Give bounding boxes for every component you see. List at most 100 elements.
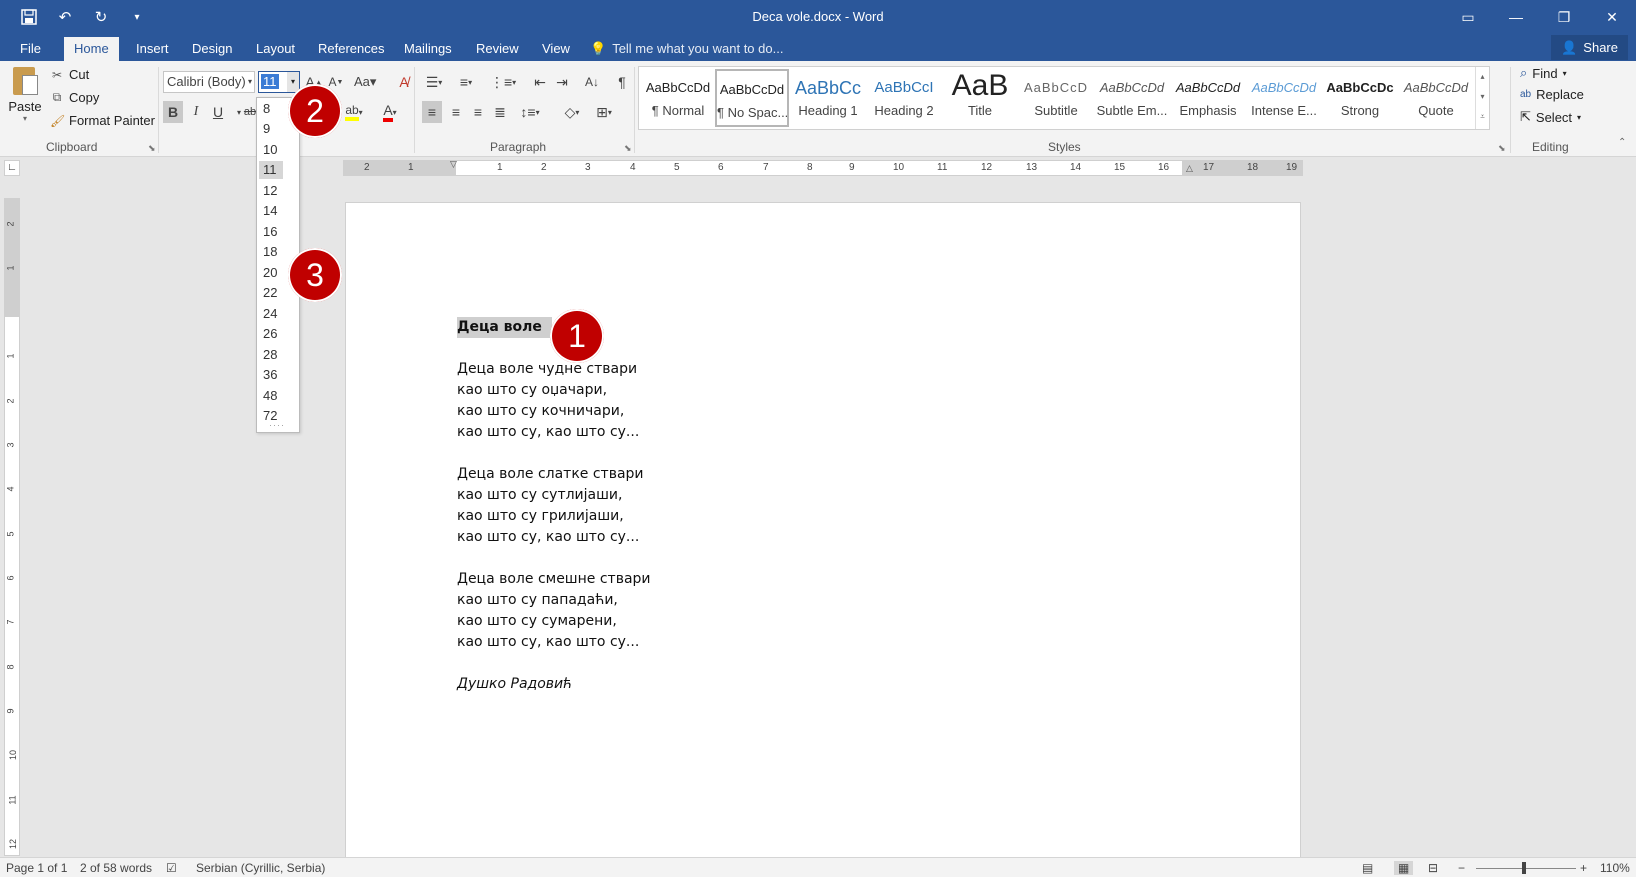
zoom-slider-thumb[interactable] (1522, 862, 1526, 874)
justify-icon[interactable]: ≣ (490, 101, 510, 123)
paragraph-launcher-icon[interactable]: ⬊ (624, 143, 632, 154)
share-button[interactable]: 👤 Share (1551, 35, 1628, 60)
read-mode-icon[interactable]: ▤ (1362, 861, 1373, 875)
font-size-option[interactable]: 14 (259, 202, 283, 220)
font-size-option-current[interactable]: 11 (259, 161, 283, 179)
close-button[interactable]: ✕ (1588, 0, 1636, 34)
restore-button[interactable]: ❐ (1540, 0, 1588, 34)
proofing-icon[interactable]: ☑ (166, 861, 177, 875)
style-subtle-emphasis[interactable]: AaBbCcDd Subtle Em... (1095, 69, 1169, 127)
zoom-slider[interactable] (1476, 868, 1576, 869)
sort-icon[interactable]: A↓ (582, 71, 602, 93)
style-heading-1[interactable]: AaBbCc Heading 1 (791, 69, 865, 127)
horizontal-ruler[interactable]: 2 1 1 2 3 4 5 6 7 8 9 10 11 12 13 14 15 … (343, 159, 1303, 176)
poem-line[interactable]: као што су кочничари, (457, 401, 651, 422)
select-button[interactable]: ⇱ Select ▾ (1520, 109, 1581, 125)
scroll-up-icon[interactable]: ▴ (1476, 67, 1489, 87)
tab-mailings[interactable]: Mailings (394, 37, 462, 61)
first-line-indent-marker[interactable]: ▽ (450, 159, 457, 170)
poem-line[interactable]: као што су пападаћи, (457, 590, 651, 611)
style-heading-2[interactable]: AaBbCcI Heading 2 (867, 69, 941, 127)
line-spacing-icon[interactable]: ↕≡ ▾ (520, 101, 540, 123)
font-size-option[interactable]: 22 (259, 284, 283, 302)
font-size-option[interactable]: 26 (259, 325, 283, 343)
poem-line[interactable]: као што су оџачари, (457, 380, 651, 401)
right-indent-marker[interactable]: △ (1186, 163, 1193, 174)
poem-line[interactable]: као што су сумарени, (457, 611, 651, 632)
replace-button[interactable]: ab Replace (1520, 87, 1584, 102)
poem-line[interactable]: као што су сутлијаши, (457, 485, 651, 506)
tab-file[interactable]: File (10, 37, 51, 61)
font-size-option[interactable]: 10 (259, 141, 283, 159)
shading-icon[interactable]: ◇ ▾ (562, 101, 582, 123)
align-left-icon[interactable]: ≡ (422, 101, 442, 123)
tab-home[interactable]: Home (64, 37, 119, 61)
copy-button[interactable]: ⧉ Copy (50, 90, 100, 105)
font-size-option[interactable]: 20 (259, 264, 283, 282)
tab-selector-icon[interactable]: ∟ (4, 160, 20, 176)
document-page[interactable]: Деца воле Деца воле чудне ствари као што… (345, 202, 1301, 858)
tab-design[interactable]: Design (182, 37, 242, 61)
font-size-option[interactable]: 9 (259, 120, 283, 138)
tab-review[interactable]: Review (466, 37, 529, 61)
poem-line[interactable]: Деца воле чудне ствари (457, 359, 651, 380)
align-center-icon[interactable]: ≡ (446, 101, 466, 123)
clipboard-launcher-icon[interactable]: ⬊ (148, 143, 156, 154)
format-painter-button[interactable]: 🖌 Format Painter (50, 113, 155, 128)
styles-launcher-icon[interactable]: ⬊ (1498, 143, 1506, 154)
poem-line[interactable]: као што су грилијаши, (457, 506, 651, 527)
zoom-level[interactable]: 110% (1600, 861, 1630, 875)
page-count[interactable]: Page 1 of 1 (6, 861, 67, 875)
web-layout-icon[interactable]: ⊟ (1428, 861, 1438, 875)
minimize-button[interactable]: — (1492, 0, 1540, 34)
style-normal[interactable]: AaBbCcDd ¶ Normal (641, 69, 715, 127)
document-body[interactable]: Деца воле Деца воле чудне ствари као што… (457, 317, 651, 695)
language-indicator[interactable]: Serbian (Cyrillic, Serbia) (196, 861, 325, 875)
style-intense-emphasis[interactable]: AaBbCcDd Intense E... (1247, 69, 1321, 127)
borders-icon[interactable]: ⊞ ▾ (594, 101, 614, 123)
decrease-indent-icon[interactable]: ⇤ (530, 71, 550, 93)
poem-line[interactable]: као што су, као што су... (457, 527, 651, 548)
poem-title[interactable]: Деца воле (457, 317, 552, 338)
font-size-option[interactable]: 28 (259, 346, 283, 364)
style-no-spacing[interactable]: AaBbCcDd ¶ No Spac... (715, 69, 789, 127)
find-button[interactable]: ⌕ Find ▾ (1520, 65, 1567, 81)
tab-references[interactable]: References (308, 37, 394, 61)
font-name-box[interactable]: Calibri (Body) ▾ (163, 71, 255, 93)
numbering-icon[interactable]: ≡ ▾ (456, 71, 476, 93)
styles-scroll[interactable]: ▴ ▾ ⩡ (1475, 67, 1489, 129)
style-emphasis[interactable]: AaBbCcDd Emphasis (1171, 69, 1245, 127)
font-color-icon[interactable]: A ▾ (380, 101, 400, 123)
tab-insert[interactable]: Insert (126, 37, 179, 61)
multilevel-list-icon[interactable]: ⋮≡ ▾ (490, 71, 516, 93)
underline-button[interactable]: U (208, 101, 228, 123)
change-case-icon[interactable]: Aa▾ (354, 71, 376, 93)
vertical-ruler[interactable]: 2 1 1 2 3 4 5 6 7 8 9 10 11 12 (4, 198, 20, 856)
tell-me-box[interactable]: 💡 Tell me what you want to do... (590, 37, 783, 61)
style-strong[interactable]: AaBbCcDc Strong (1323, 69, 1397, 127)
font-size-option[interactable]: 16 (259, 223, 283, 241)
font-size-option[interactable]: 18 (259, 243, 283, 261)
more-styles-icon[interactable]: ⩡ (1476, 107, 1489, 127)
increase-indent-icon[interactable]: ⇥ (552, 71, 572, 93)
print-layout-icon[interactable]: ▦ (1394, 861, 1414, 875)
font-size-option[interactable]: 48 (259, 387, 283, 405)
style-subtitle[interactable]: AaBbCcD Subtitle (1019, 69, 1093, 127)
highlight-icon[interactable]: ab ▾ (344, 101, 364, 123)
font-size-option[interactable]: 12 (259, 182, 283, 200)
word-count[interactable]: 2 of 58 words (80, 861, 152, 875)
poem-author[interactable]: Душко Радовић (457, 674, 651, 695)
bullets-icon[interactable]: ☰ ▾ (424, 71, 444, 93)
clear-formatting-icon[interactable]: A̸ (394, 71, 414, 93)
zoom-out-icon[interactable]: − (1458, 861, 1465, 875)
zoom-in-icon[interactable]: + (1580, 861, 1587, 875)
font-size-box[interactable]: 11 ▾ (258, 71, 300, 93)
resize-grip-icon[interactable]: ···· (269, 420, 285, 430)
font-size-option[interactable]: 36 (259, 366, 283, 384)
poem-line[interactable]: као што су, као што су... (457, 422, 651, 443)
style-title[interactable]: AaB Title (943, 69, 1017, 127)
poem-line[interactable]: као што су, као што су... (457, 632, 651, 653)
italic-button[interactable]: I (186, 101, 206, 123)
poem-line[interactable]: Деца воле смешне ствари (457, 569, 651, 590)
paste-dropdown-icon[interactable]: ▾ (8, 114, 42, 123)
